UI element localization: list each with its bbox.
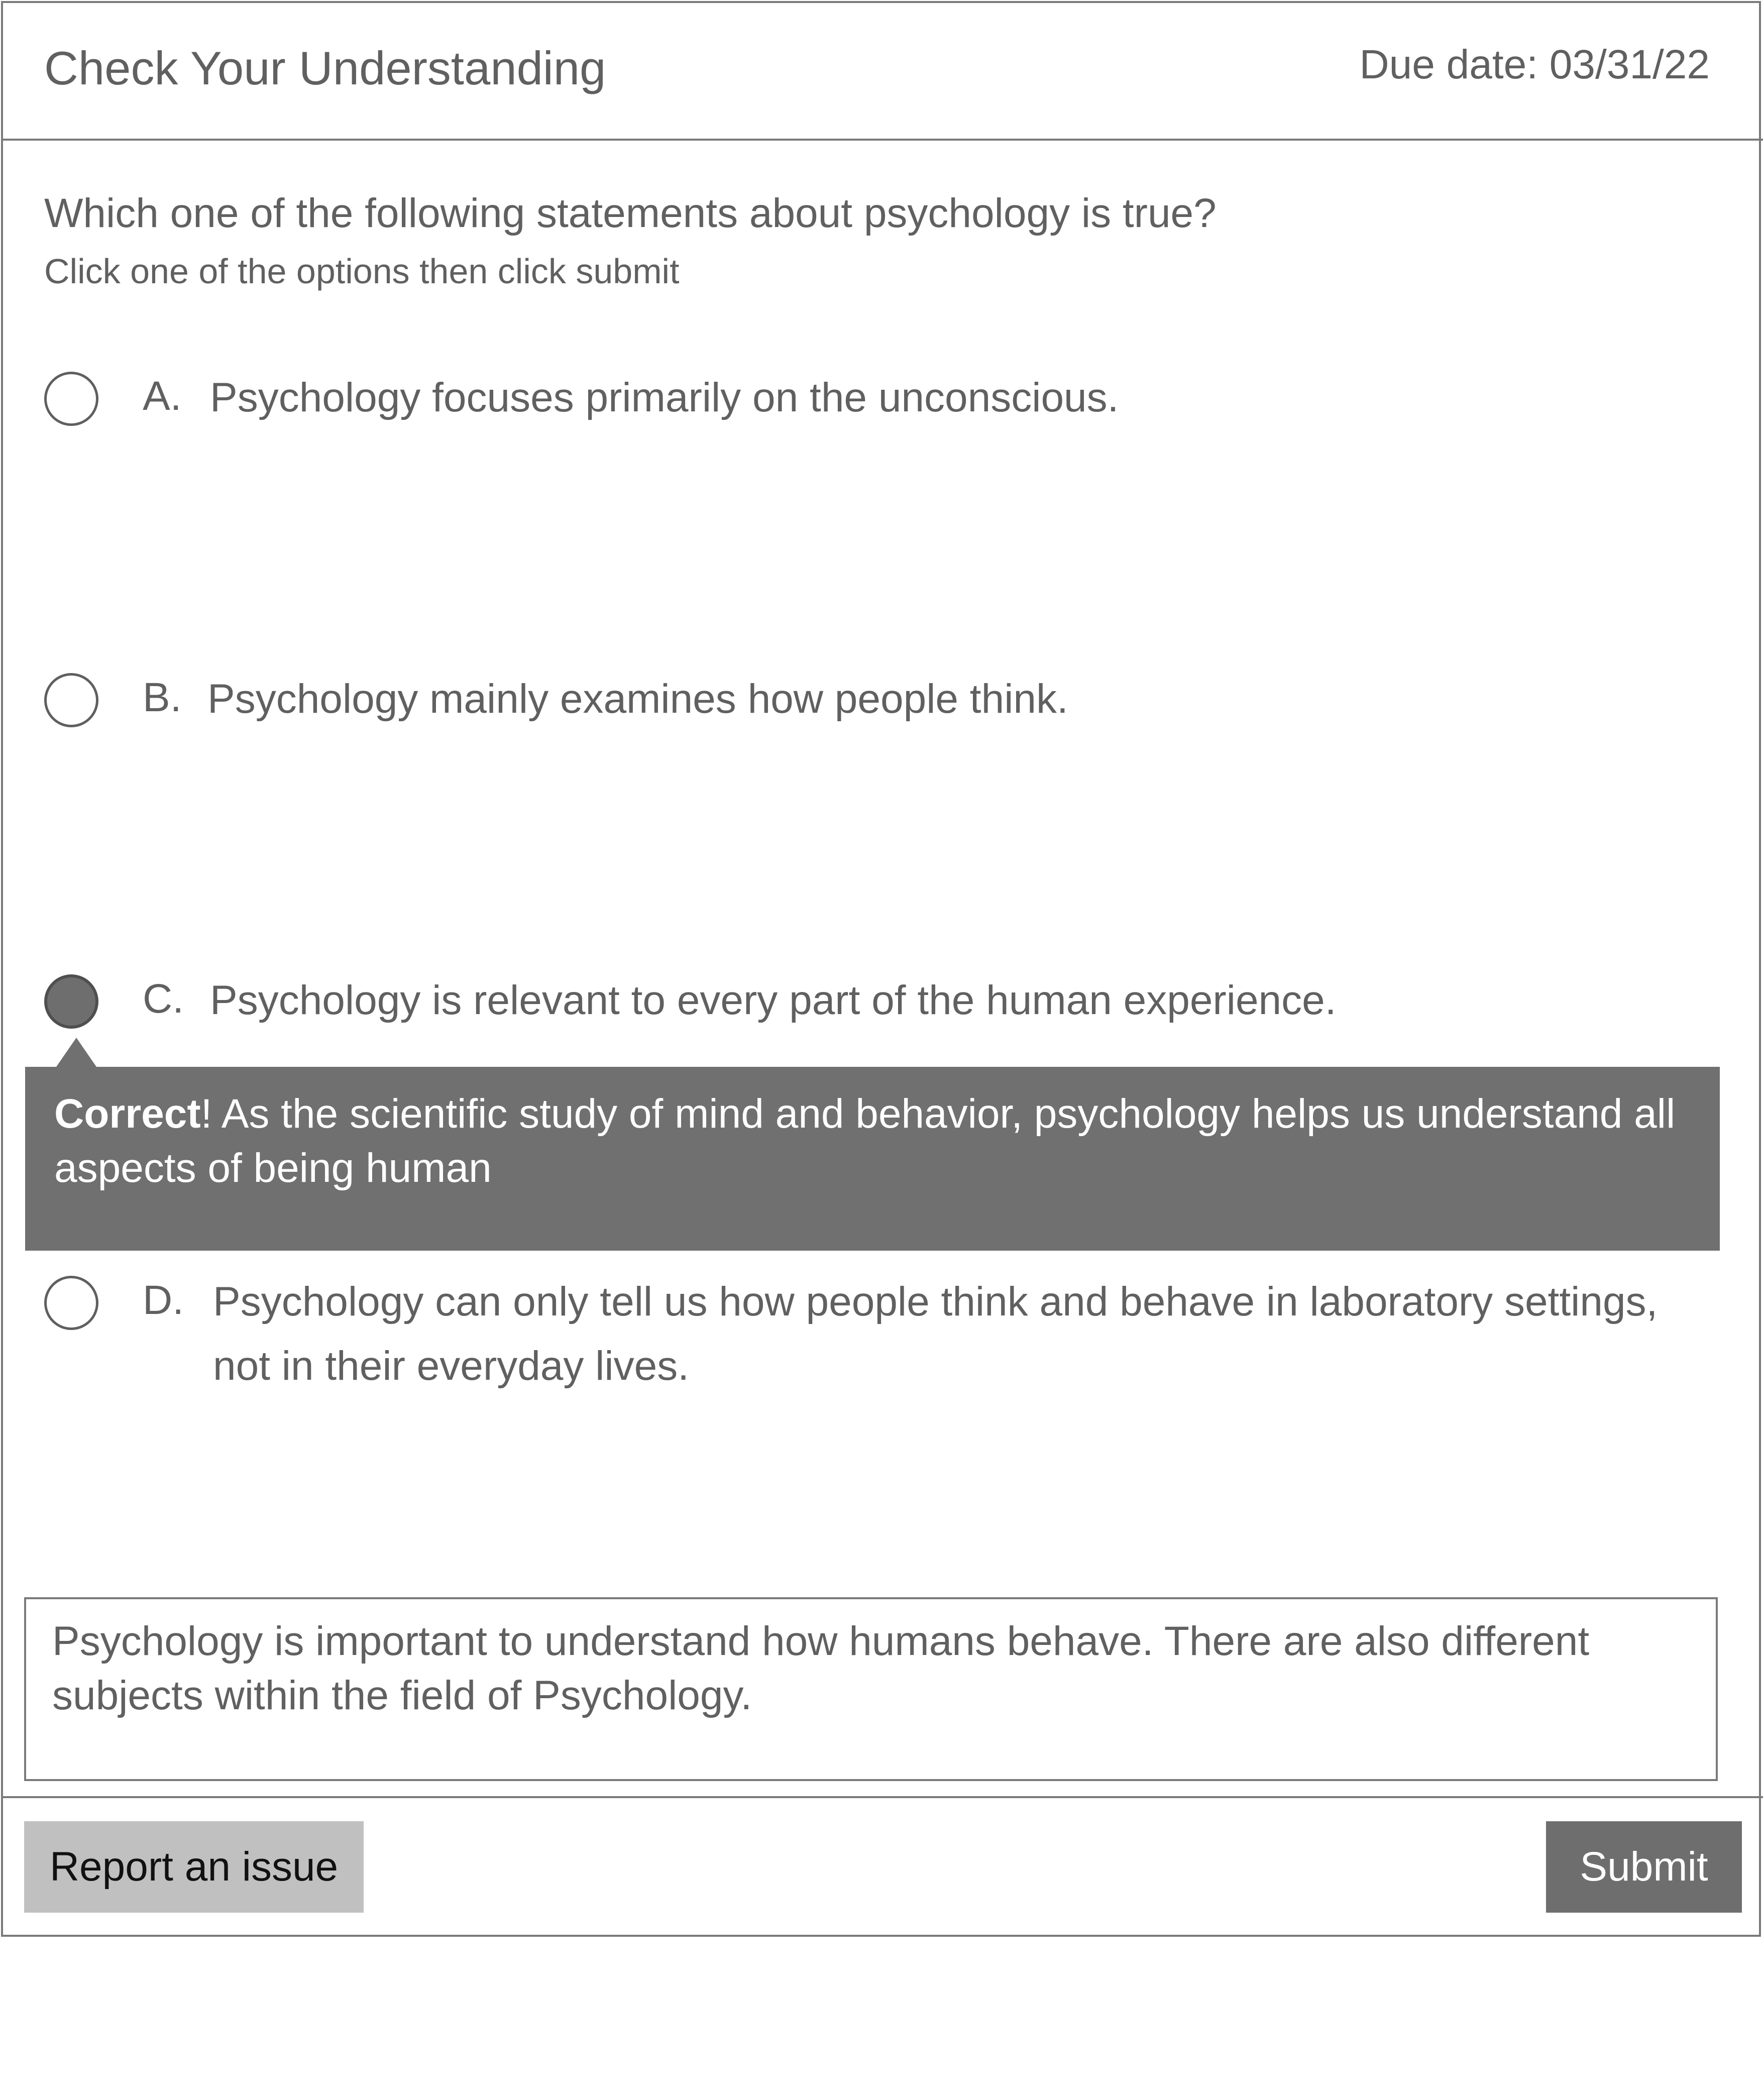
feedback-pointer (56, 1038, 96, 1067)
report-issue-button[interactable]: Report an issue (24, 1821, 364, 1913)
option-d-radio[interactable] (44, 1276, 98, 1330)
feedback-label: Correct (54, 1091, 201, 1137)
question-instruction: Click one of the options then click subm… (44, 252, 680, 291)
response-textarea[interactable]: Psychology is important to understand ho… (24, 1597, 1718, 1781)
option-d-text-line-1[interactable]: Psychology can only tell us how people t… (213, 1270, 1658, 1334)
option-b-text[interactable]: Psychology mainly examines how people th… (207, 667, 1068, 731)
page-title: Check Your Understanding (44, 42, 606, 94)
due-date: Due date: 03/31/22 (1359, 42, 1710, 87)
feedback-line-2: aspects of being human (54, 1145, 492, 1191)
header-divider (1, 139, 1763, 141)
option-c-radio[interactable] (44, 974, 98, 1029)
option-a-letter: A. (143, 373, 182, 419)
option-a-text[interactable]: Psychology focuses primarily on the unco… (210, 366, 1119, 430)
feedback-box: Correct! As the scientific study of mind… (25, 1067, 1720, 1251)
option-c-text[interactable]: Psychology is relevant to every part of … (210, 968, 1337, 1033)
feedback-line-1: Correct! As the scientific study of mind… (54, 1087, 1691, 1141)
footer-divider (1, 1796, 1763, 1798)
option-c-letter: C. (143, 976, 184, 1022)
option-b-letter: B. (143, 675, 182, 720)
option-d-letter: D. (143, 1277, 184, 1323)
submit-button[interactable]: Submit (1546, 1821, 1742, 1913)
option-d-text-line-2[interactable]: not in their everyday lives. (213, 1334, 689, 1398)
option-a-radio[interactable] (44, 372, 98, 426)
option-b-radio[interactable] (44, 673, 98, 727)
feedback-message: ! As the scientific study of mind and be… (200, 1091, 1676, 1137)
question-prompt: Which one of the following statements ab… (44, 190, 1217, 236)
